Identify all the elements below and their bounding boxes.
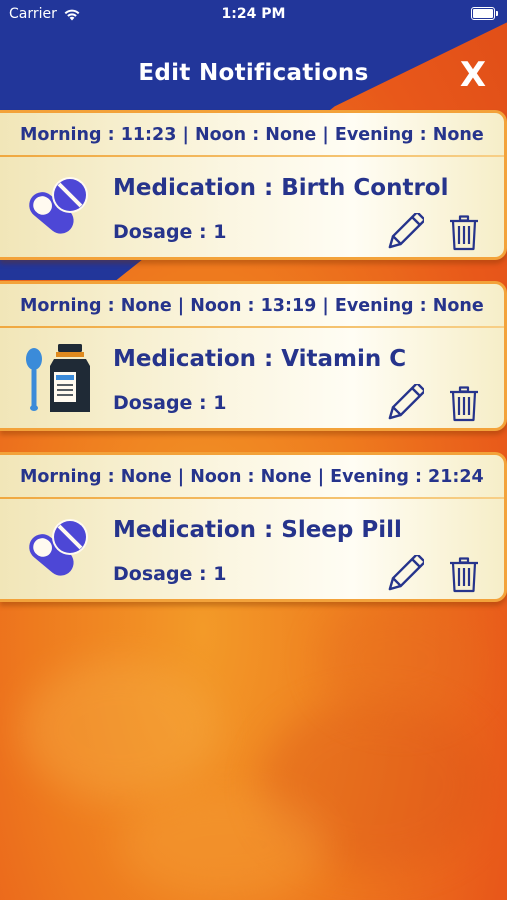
- card-divider: [0, 155, 504, 157]
- edit-pencil-icon[interactable]: [384, 213, 424, 253]
- edit-pencil-icon[interactable]: [384, 555, 424, 595]
- medication-name: Medication : Vitamin C: [113, 346, 407, 372]
- card-divider: [0, 497, 504, 499]
- edit-pencil-icon[interactable]: [384, 384, 424, 424]
- schedule-text: Morning : None | Noon : None | Evening :…: [20, 467, 484, 487]
- notification-card[interactable]: Morning : None | Noon : None | Evening :…: [0, 452, 507, 602]
- dosage-text: Dosage : 1: [113, 221, 227, 243]
- status-time: 1:24 PM: [221, 6, 286, 22]
- background-blob: [20, 660, 220, 800]
- notification-card[interactable]: Morning : 11:23 | Noon : None | Evening …: [0, 110, 507, 260]
- medication-name: Medication : Birth Control: [113, 175, 449, 201]
- background-blob: [320, 600, 480, 720]
- notification-card[interactable]: Morning : None | Noon : 13:19 | Evening …: [0, 281, 507, 431]
- bottle-spoon-icon: [26, 344, 90, 412]
- pill-capsule-icon: [29, 519, 88, 576]
- schedule-text: Morning : None | Noon : 13:19 | Evening …: [20, 296, 484, 316]
- page-title: Edit Notifications: [138, 60, 369, 86]
- dosage-text: Dosage : 1: [113, 392, 227, 414]
- status-bar: Carrier 1:24 PM: [0, 0, 507, 28]
- battery-icon: [471, 7, 498, 20]
- background-blob: [120, 790, 330, 900]
- trash-icon[interactable]: [449, 386, 479, 422]
- pill-capsule-icon: [29, 177, 88, 234]
- dosage-text: Dosage : 1: [113, 563, 227, 585]
- close-button[interactable]: X: [453, 54, 493, 96]
- schedule-text: Morning : 11:23 | Noon : None | Evening …: [20, 125, 484, 145]
- medication-name: Medication : Sleep Pill: [113, 517, 402, 543]
- trash-icon[interactable]: [449, 215, 479, 251]
- card-divider: [0, 326, 504, 328]
- trash-icon[interactable]: [449, 557, 479, 593]
